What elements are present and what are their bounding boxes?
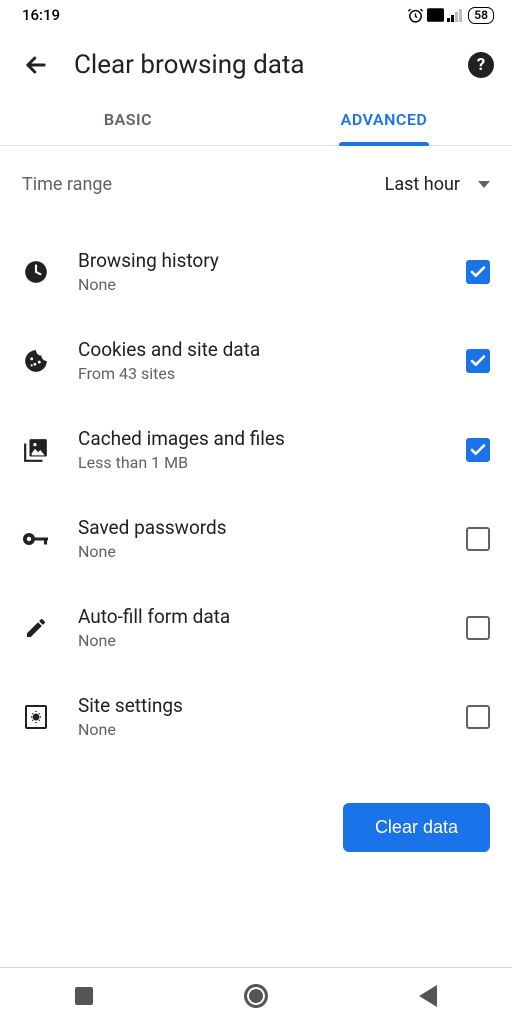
item-title: Cached images and files <box>78 427 438 450</box>
status-icons <box>407 7 464 24</box>
clear-button-wrap: Clear data <box>0 769 512 852</box>
battery-indicator: 58 <box>468 7 494 24</box>
item-text: Saved passwords None <box>78 516 438 561</box>
clock-icon <box>22 259 50 285</box>
item-title: Cookies and site data <box>78 338 438 361</box>
item-text: Browsing history None <box>78 249 438 294</box>
item-sub: From 43 sites <box>78 364 438 383</box>
chevron-down-icon <box>478 181 490 188</box>
item-site-settings[interactable]: Site settings None <box>0 672 512 761</box>
status-time: 16:19 <box>22 6 60 24</box>
nav-recents-icon[interactable] <box>75 987 93 1005</box>
item-cached[interactable]: Cached images and files Less than 1 MB <box>0 405 512 494</box>
item-text: Site settings None <box>78 694 438 739</box>
item-sub: None <box>78 275 438 294</box>
item-sub: None <box>78 720 438 739</box>
time-range-value: Last hour <box>385 174 460 195</box>
item-sub: None <box>78 631 438 650</box>
page-title: Clear browsing data <box>74 50 444 80</box>
navigation-bar <box>0 968 512 1024</box>
time-range-label: Time range <box>22 174 112 195</box>
checkbox-passwords[interactable] <box>466 527 490 551</box>
pencil-icon <box>22 616 50 640</box>
time-range-select[interactable]: Last hour <box>385 174 490 195</box>
tab-advanced[interactable]: ADVANCED <box>256 96 512 145</box>
item-cookies[interactable]: Cookies and site data From 43 sites <box>0 316 512 405</box>
checkbox-autofill[interactable] <box>466 616 490 640</box>
item-title: Site settings <box>78 694 438 717</box>
back-icon[interactable] <box>22 51 50 79</box>
app-bar: Clear browsing data ? <box>0 30 512 96</box>
signal-icon <box>447 8 464 22</box>
cookie-icon <box>22 348 50 374</box>
clear-data-button[interactable]: Clear data <box>343 803 490 852</box>
checkbox-cookies[interactable] <box>466 349 490 373</box>
item-browsing-history[interactable]: Browsing history None <box>0 227 512 316</box>
checkbox-site-settings[interactable] <box>466 705 490 729</box>
tabs: BASIC ADVANCED <box>0 96 512 146</box>
item-title: Auto-fill form data <box>78 605 438 628</box>
item-sub: Less than 1 MB <box>78 453 438 472</box>
checkbox-browsing-history[interactable] <box>466 260 490 284</box>
item-text: Cached images and files Less than 1 MB <box>78 427 438 472</box>
alarm-icon <box>407 7 424 24</box>
item-title: Saved passwords <box>78 516 438 539</box>
help-icon[interactable]: ? <box>468 52 494 78</box>
key-icon <box>22 529 50 549</box>
options-list: Browsing history None Cookies and site d… <box>0 219 512 769</box>
item-text: Auto-fill form data None <box>78 605 438 650</box>
nav-back-icon[interactable] <box>419 985 437 1007</box>
nav-home-icon[interactable] <box>244 984 268 1008</box>
item-passwords[interactable]: Saved passwords None <box>0 494 512 583</box>
item-title: Browsing history <box>78 249 438 272</box>
status-right: 58 <box>407 7 494 24</box>
battery-level: 58 <box>474 8 488 22</box>
settings-page-icon <box>22 704 50 730</box>
item-text: Cookies and site data From 43 sites <box>78 338 438 383</box>
volte-icon <box>427 8 444 22</box>
item-autofill[interactable]: Auto-fill form data None <box>0 583 512 672</box>
item-sub: None <box>78 542 438 561</box>
checkbox-cached[interactable] <box>466 438 490 462</box>
time-range-row: Time range Last hour <box>0 146 512 219</box>
tab-basic[interactable]: BASIC <box>0 96 256 145</box>
images-icon <box>22 437 50 463</box>
status-bar: 16:19 58 <box>0 0 512 30</box>
